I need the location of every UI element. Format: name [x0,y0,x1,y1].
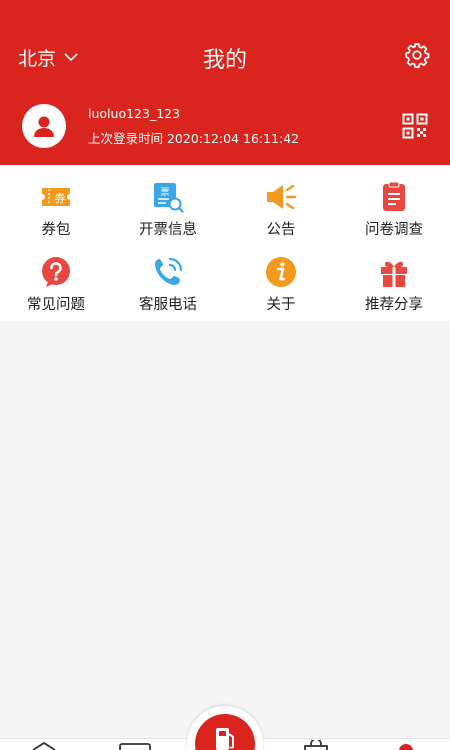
menu-grid: 券 券包 票 开票信息 公告 问卷调查 常见问题 客服电话 关于 推荐分享 [0,165,450,321]
menu-item-label: 推荐分享 [365,297,423,313]
card-icon[interactable] [119,742,151,750]
menu-item-label: 常见问题 [27,297,85,313]
menu-item-label: 关于 [266,297,296,313]
menu-item-label: 券包 [41,222,71,238]
faq-icon [42,257,70,287]
center-fuel-button[interactable] [187,706,263,750]
last-login-time: 上次登录时间 2020:12:04 16:11:42 [88,131,300,146]
menu-item-label: 问卷调查 [365,222,423,238]
username: luoluo123_123 [88,106,181,121]
menu-item-invoice[interactable]: 票 开票信息 [112,170,224,242]
menu-item-label: 开票信息 [139,222,197,238]
invoice-icon: 票 [154,183,184,213]
gift-icon [381,261,407,287]
menu-item-announcement[interactable]: 公告 [225,170,337,242]
menu-item-customer-service[interactable]: 客服电话 [112,245,224,317]
coupon-badge: 券 [55,191,66,205]
coupon-icon: 券 [42,188,70,206]
user-icon [34,116,54,137]
gear-icon[interactable] [404,42,430,68]
menu-item-faq[interactable]: 常见问题 [0,245,112,317]
invoice-badge: 票 [160,187,169,198]
shop-icon[interactable] [303,740,329,750]
menu-item-label: 客服电话 [139,297,197,313]
avatar[interactable] [22,104,66,148]
survey-icon [383,181,405,211]
about-icon [266,257,296,287]
announcement-icon [267,184,297,210]
menu-item-survey[interactable]: 问卷调查 [338,170,450,242]
fuel-icon [216,728,234,750]
home-icon[interactable] [31,742,57,750]
menu-item-label: 公告 [266,222,296,238]
header: 北京 我的 luoluo123_123 上次登录时间 2020:12:04 16… [0,0,450,165]
menu-item-share[interactable]: 推荐分享 [338,245,450,317]
menu-item-coupons[interactable]: 券 券包 [0,170,112,242]
page-title: 我的 [202,48,247,73]
menu-item-about[interactable]: 关于 [225,245,337,317]
qr-code-icon[interactable] [402,113,428,139]
phone-icon [155,257,183,285]
